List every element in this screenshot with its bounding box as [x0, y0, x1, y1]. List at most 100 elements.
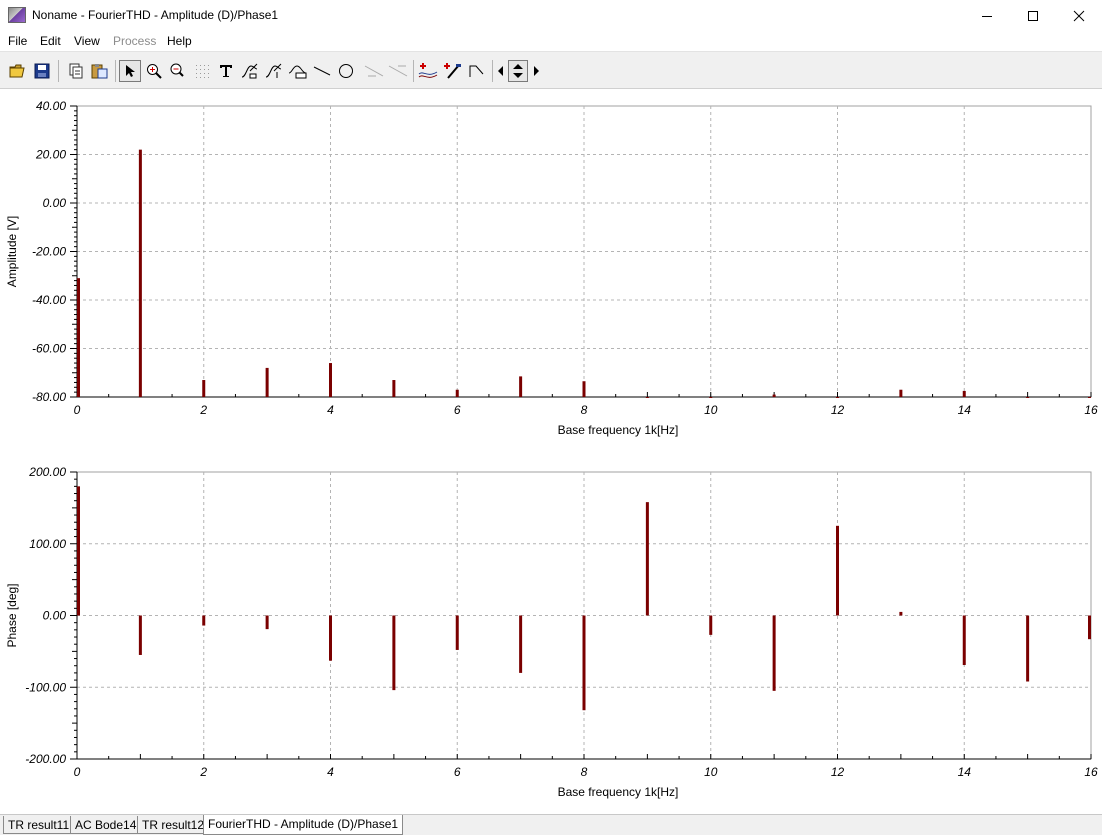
- spectrum-bar: [329, 615, 332, 661]
- spectrum-bar: [77, 278, 80, 397]
- chart-panel-1: 0 2 4 6 8 10 12 14 16 40.00 20.00 0.00 -20.00 -40.00 -…: [5, 99, 1098, 437]
- circle-tool[interactable]: [335, 60, 357, 82]
- arrow-left-icon: [498, 66, 503, 76]
- y-tick-label: -60.00: [32, 342, 66, 356]
- y-axis-label: Amplitude [V]: [5, 216, 19, 287]
- zoom-in-icon: [147, 64, 162, 79]
- menu-process[interactable]: Process: [113, 34, 156, 48]
- maximize-button[interactable]: [1010, 0, 1056, 31]
- spectrum-bar: [1026, 397, 1030, 398]
- pointer-tool[interactable]: [119, 60, 141, 82]
- spectrum-bar: [77, 486, 80, 616]
- slope-alt-icon: [388, 65, 408, 77]
- toolbar-separator: [58, 60, 59, 82]
- menu-file[interactable]: File: [8, 34, 27, 48]
- x-tick-label: 12: [831, 403, 845, 417]
- x-tick-label: 2: [199, 765, 207, 779]
- grid-icon: [196, 65, 209, 78]
- toolbar-separator: [115, 60, 116, 82]
- open-folder-icon: [9, 64, 25, 78]
- spectrum-bar: [709, 397, 713, 398]
- spectrum-bar: [645, 502, 649, 616]
- spectrum-bar: [265, 615, 269, 630]
- add-curve-icon: [418, 63, 438, 78]
- y-tick-label: -200.00: [25, 752, 66, 766]
- x-tick-label: 16: [1084, 765, 1098, 779]
- spectrum-bar: [519, 376, 523, 397]
- add-curve-button[interactable]: [417, 60, 439, 82]
- cursor-button[interactable]: [466, 60, 488, 82]
- curve-marker-tool[interactable]: [263, 60, 285, 82]
- slope-alt-tool[interactable]: [387, 60, 409, 82]
- x-tick-label: 6: [454, 765, 461, 779]
- x-tick-label: 10: [704, 403, 718, 417]
- spectrum-bar: [392, 615, 396, 691]
- y-tick-label: 0.00: [43, 196, 67, 210]
- save-button[interactable]: [31, 60, 53, 82]
- band-tool[interactable]: [287, 60, 309, 82]
- x-tick-label: 0: [74, 403, 81, 417]
- spectrum-bar: [772, 394, 776, 397]
- spectrum-bar: [138, 615, 142, 655]
- menu-help[interactable]: Help: [167, 34, 192, 48]
- curve-label-icon: [241, 63, 258, 79]
- y-tick-label: 200.00: [28, 465, 66, 479]
- tab-fourierthd[interactable]: FourierTHD - Amplitude (D)/Phase1: [203, 815, 404, 835]
- spectrum-bar: [709, 615, 713, 635]
- add-marker-button[interactable]: [441, 60, 463, 82]
- tab-tr-result12[interactable]: TR result12: [137, 816, 210, 834]
- open-button[interactable]: [7, 60, 29, 82]
- scroll-left-button[interactable]: [494, 60, 508, 82]
- menu-edit[interactable]: Edit: [40, 34, 61, 48]
- pointer-icon: [126, 65, 135, 77]
- tab-ac-bode14[interactable]: AC Bode14: [70, 816, 142, 834]
- zoom-100-icon: [170, 63, 184, 77]
- y-tick-label: 100.00: [29, 537, 66, 551]
- close-icon: [1073, 10, 1085, 21]
- x-tick-label: 16: [1084, 403, 1098, 417]
- scroll-right-button[interactable]: [529, 60, 543, 82]
- close-button[interactable]: [1056, 0, 1102, 31]
- x-tick-label: 0: [74, 765, 81, 779]
- tab-tr-result11[interactable]: TR result11: [3, 816, 75, 834]
- paste-icon: [91, 64, 108, 79]
- x-tick-label: 4: [327, 403, 334, 417]
- charts-svg[interactable]: 0 2 4 6 8 10 12 14 1640.0020.000.00-20.00-40.00-…: [0, 89, 1102, 814]
- spectrum-bar: [202, 615, 206, 626]
- line-icon: [313, 66, 331, 76]
- minimize-button[interactable]: [964, 0, 1010, 31]
- x-tick-label: 10: [704, 765, 718, 779]
- spectrum-bar: [519, 615, 523, 673]
- copy-icon: [69, 63, 83, 79]
- curve-label-tool[interactable]: [239, 60, 261, 82]
- spectrum-bar: [455, 615, 459, 650]
- slope-tool[interactable]: [363, 60, 385, 82]
- document-tabs: TR result11 AC Bode14 TR result12 Fourie…: [0, 814, 1102, 835]
- line-tool[interactable]: [311, 60, 333, 82]
- text-tool[interactable]: [215, 60, 237, 82]
- scroll-up-down-button[interactable]: [508, 60, 528, 82]
- arrow-up-down-icon: [513, 64, 523, 78]
- paste-button[interactable]: [89, 60, 111, 82]
- spectrum-bar: [645, 397, 649, 398]
- spectrum-bar: [265, 367, 269, 397]
- spectrum-bar: [392, 380, 396, 397]
- zoom-100-button[interactable]: [167, 60, 189, 82]
- x-tick-label: 14: [958, 403, 972, 417]
- band-icon: [288, 65, 307, 79]
- copy-button[interactable]: [65, 60, 87, 82]
- spectrum-bar: [836, 397, 839, 398]
- zoom-in-button[interactable]: [143, 60, 165, 82]
- grid-button[interactable]: [191, 60, 213, 82]
- spectrum-bar: [836, 525, 839, 616]
- y-tick-label: -40.00: [32, 293, 66, 307]
- arrow-right-icon: [534, 66, 539, 76]
- y-tick-label: -80.00: [32, 390, 66, 404]
- title-bar[interactable]: Noname - FourierTHD - Amplitude (D)/Phas…: [0, 0, 1102, 31]
- spectrum-bar: [1088, 615, 1091, 640]
- maximize-icon: [1028, 10, 1038, 21]
- window-title: Noname - FourierTHD - Amplitude (D)/Phas…: [32, 8, 279, 22]
- chart-panel-2: 0 2 4 6 8 10 12 14 16 200.00 100.00 0.00 -100.00 -200…: [5, 465, 1098, 799]
- menu-view[interactable]: View: [74, 34, 100, 48]
- chart-area: 0 2 4 6 8 10 12 14 16 40.00 20.00 0.00 -20.00 -40.00-…: [0, 89, 1102, 814]
